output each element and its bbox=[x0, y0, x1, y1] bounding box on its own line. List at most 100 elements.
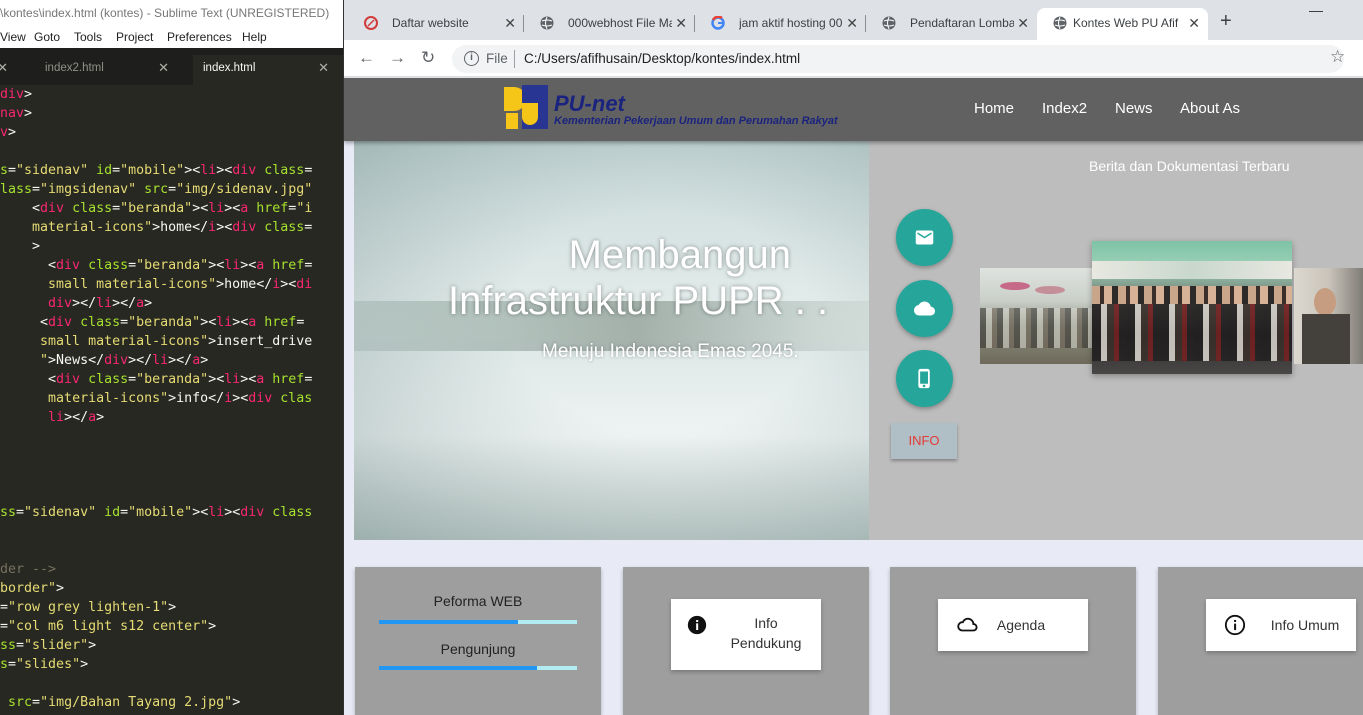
code-line: ">News</div></li></a> bbox=[40, 353, 209, 368]
close-icon[interactable]: ✕ bbox=[0, 55, 8, 81]
code-line: lass="imgsidenav" src="img/sidenav.jpg" bbox=[0, 182, 313, 197]
bookmark-star-icon[interactable]: ☆ bbox=[1330, 47, 1345, 67]
sublime-tab-partial[interactable]: ✕ bbox=[0, 55, 20, 85]
cloud-icon bbox=[914, 301, 935, 316]
agenda-card: Agenda bbox=[890, 567, 1136, 715]
code-line: nav> bbox=[0, 106, 33, 121]
browser-window: Daftar website ✕ 000webhost File Ma ✕ ja… bbox=[343, 0, 1363, 715]
code-line: der --> bbox=[0, 562, 57, 577]
nav-index2[interactable]: Index2 bbox=[1042, 100, 1087, 117]
code-editor[interactable]: div> nav> v> s="sidenav" id="mobile"><li… bbox=[0, 85, 343, 715]
close-icon[interactable]: ✕ bbox=[675, 8, 687, 38]
agenda-button[interactable]: Agenda bbox=[938, 599, 1088, 651]
progress-label: Peforma WEB bbox=[433, 593, 523, 609]
code-line: <div class="beranda"><li><a href= bbox=[0, 372, 313, 387]
news-panel: Berita dan Dokumentasi Terbaru INFO bbox=[869, 141, 1363, 540]
browser-tab[interactable]: Pendaftaran Lomba ✕ bbox=[866, 8, 1037, 40]
news-photo-left[interactable] bbox=[980, 268, 1092, 364]
back-arrow-icon[interactable]: ← bbox=[358, 48, 375, 68]
news-photo-center[interactable] bbox=[1092, 241, 1292, 374]
card-label: Agenda bbox=[996, 617, 1046, 633]
code-line: ="row grey lighten-1"> bbox=[0, 600, 177, 615]
menu-help[interactable]: Help bbox=[242, 30, 267, 44]
minimize-icon[interactable]: — bbox=[1309, 2, 1323, 18]
address-bar[interactable]: i File C:/Users/afifhusain/Desktop/konte… bbox=[452, 45, 1344, 73]
browser-tab-active[interactable]: Kontes Web PU Afif ✕ bbox=[1037, 8, 1208, 40]
web-page: PU-net Kementerian Pekerjaan Umum dan Pe… bbox=[344, 78, 1363, 715]
menu-tools[interactable]: Tools bbox=[74, 30, 102, 44]
info-button[interactable]: INFO bbox=[891, 423, 957, 459]
close-icon[interactable]: ✕ bbox=[1188, 8, 1200, 38]
sublime-tab-index2[interactable]: index2.html ✕ bbox=[35, 55, 183, 85]
code-line: ="col m6 light s12 center"> bbox=[0, 619, 217, 634]
brand-name: PU-net bbox=[554, 91, 625, 116]
hero-heading-line2: Infrastruktur PUPR . . bbox=[448, 279, 829, 323]
browser-tab[interactable]: jam aktif hosting 00 ✕ bbox=[695, 8, 866, 40]
stats-card: Peforma WEB Pengunjung bbox=[355, 567, 601, 715]
cloud-button[interactable] bbox=[896, 280, 953, 337]
url-text: C:/Users/afifhusain/Desktop/kontes/index… bbox=[524, 51, 801, 66]
code-line: material-icons">home</i><div class= bbox=[32, 220, 313, 235]
nav-home[interactable]: Home bbox=[974, 100, 1014, 117]
menu-project[interactable]: Project bbox=[116, 30, 153, 44]
nav-news[interactable]: News bbox=[1115, 100, 1153, 117]
hero-slider[interactable]: Membangun Infrastruktur PUPR . . Menuju … bbox=[354, 141, 869, 540]
mail-button[interactable] bbox=[896, 209, 953, 266]
code-line: s="sidenav" id="mobile"><li><div class= bbox=[0, 163, 313, 178]
close-icon[interactable]: ✕ bbox=[846, 8, 858, 38]
mail-icon bbox=[915, 230, 934, 245]
phone-icon bbox=[918, 368, 930, 389]
code-line: li></a> bbox=[48, 410, 105, 425]
tab-strip: Daftar website ✕ 000webhost File Ma ✕ ja… bbox=[344, 0, 1363, 40]
news-photo-right[interactable] bbox=[1294, 268, 1363, 364]
hero-heading: Membangun bbox=[568, 233, 791, 277]
new-tab-plus-icon[interactable]: + bbox=[1220, 10, 1232, 33]
card-label: Info Pendukung bbox=[730, 615, 802, 651]
code-line: ss="slider"> bbox=[0, 638, 97, 653]
browser-toolbar: ← → ↻ i File C:/Users/afifhusain/Desktop… bbox=[344, 40, 1363, 77]
forward-arrow-icon[interactable]: → bbox=[389, 48, 406, 68]
reload-icon[interactable]: ↻ bbox=[421, 48, 435, 68]
code-line: <div class="beranda"><li><a href="i bbox=[0, 201, 313, 216]
browser-tab[interactable]: 000webhost File Ma ✕ bbox=[524, 8, 695, 40]
code-line: <div class="beranda"><li><a href= bbox=[0, 315, 305, 330]
sublime-tab-index[interactable]: index.html ✕ bbox=[193, 55, 343, 85]
info-filled-icon bbox=[687, 615, 707, 635]
sublime-window: \kontes\index.html (kontes) - Sublime Te… bbox=[0, 0, 343, 715]
code-line: <div class="beranda"><li><a href= bbox=[0, 258, 313, 273]
info-pendukung-card: Info Pendukung bbox=[623, 567, 869, 715]
hero-subheading: Menuju Indonesia Emas 2045. bbox=[542, 341, 799, 362]
close-icon[interactable]: ✕ bbox=[158, 55, 169, 81]
code-line: v> bbox=[0, 125, 17, 140]
code-line: small material-icons">home</i><di bbox=[48, 277, 313, 292]
close-icon[interactable]: ✕ bbox=[504, 8, 516, 38]
info-pendukung-button[interactable]: Info Pendukung bbox=[671, 599, 821, 670]
code-line: > bbox=[0, 239, 41, 254]
progress-bar-visitors bbox=[379, 666, 577, 670]
menu-view[interactable]: View bbox=[0, 30, 26, 44]
globe-icon bbox=[540, 16, 554, 30]
site-logo[interactable]: PU-net Kementerian Pekerjaan Umum dan Pe… bbox=[504, 83, 864, 133]
menu-preferences[interactable]: Preferences bbox=[167, 30, 232, 44]
code-line: div> bbox=[0, 87, 33, 102]
pen-icon bbox=[364, 16, 378, 30]
nav-about[interactable]: About As bbox=[1180, 100, 1240, 117]
phone-button[interactable] bbox=[896, 350, 953, 407]
sublime-title: \kontes\index.html (kontes) - Sublime Te… bbox=[0, 0, 343, 27]
info-icon[interactable]: i bbox=[464, 51, 479, 66]
site-navbar: PU-net Kementerian Pekerjaan Umum dan Pe… bbox=[344, 78, 1363, 141]
info-umum-button[interactable]: Info Umum bbox=[1206, 599, 1356, 651]
url-scheme: File bbox=[486, 51, 508, 66]
sublime-tabbar: ✕ index2.html ✕ index.html ✕ bbox=[0, 48, 343, 85]
browser-tab[interactable]: Daftar website ✕ bbox=[348, 8, 524, 40]
news-heading: Berita dan Dokumentasi Terbaru bbox=[1089, 158, 1290, 174]
close-icon[interactable]: ✕ bbox=[318, 55, 329, 81]
code-line: s="slides"> bbox=[0, 657, 89, 672]
cloud-outline-icon bbox=[957, 617, 978, 632]
sublime-menubar: View Goto Tools Project Preferences Help bbox=[0, 27, 343, 48]
google-icon bbox=[711, 16, 725, 30]
globe-icon bbox=[882, 16, 896, 30]
menu-goto[interactable]: Goto bbox=[34, 30, 60, 44]
code-line: border"> bbox=[0, 581, 65, 596]
close-icon[interactable]: ✕ bbox=[1017, 8, 1029, 38]
